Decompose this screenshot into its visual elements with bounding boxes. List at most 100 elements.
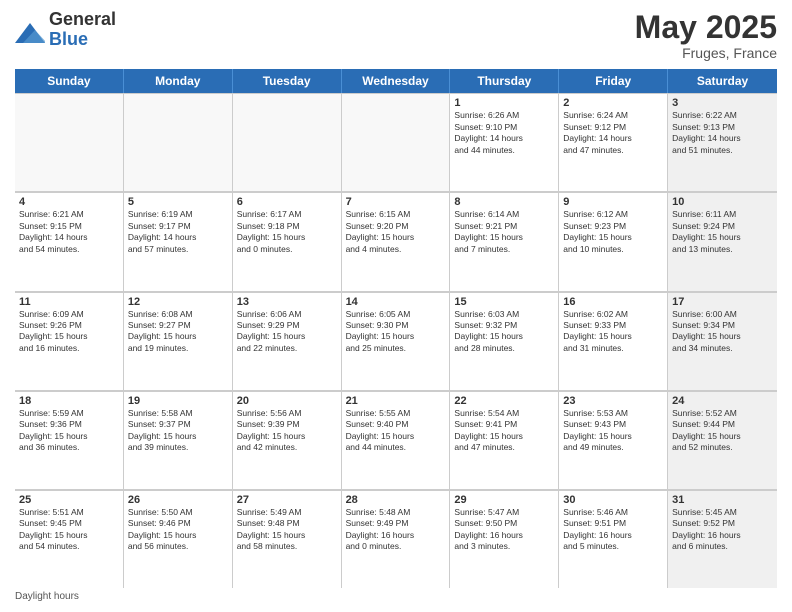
day-cell-30: 30Sunrise: 5:46 AM Sunset: 9:51 PM Dayli… xyxy=(559,490,668,588)
header-day-thursday: Thursday xyxy=(450,69,559,93)
day-cell-13: 13Sunrise: 6:06 AM Sunset: 9:29 PM Dayli… xyxy=(233,292,342,390)
day-info: Sunrise: 6:24 AM Sunset: 9:12 PM Dayligh… xyxy=(563,110,663,156)
day-cell-28: 28Sunrise: 5:48 AM Sunset: 9:49 PM Dayli… xyxy=(342,490,451,588)
day-cell-20: 20Sunrise: 5:56 AM Sunset: 9:39 PM Dayli… xyxy=(233,391,342,489)
day-number: 12 xyxy=(128,296,228,308)
day-cell-31: 31Sunrise: 5:45 AM Sunset: 9:52 PM Dayli… xyxy=(668,490,777,588)
day-info: Sunrise: 5:47 AM Sunset: 9:50 PM Dayligh… xyxy=(454,507,554,553)
title-area: May 2025 Fruges, France xyxy=(635,10,777,61)
day-cell-17: 17Sunrise: 6:00 AM Sunset: 9:34 PM Dayli… xyxy=(668,292,777,390)
day-number: 20 xyxy=(237,395,337,407)
logo-blue: Blue xyxy=(49,30,116,50)
day-number: 3 xyxy=(672,97,773,109)
day-cell-25: 25Sunrise: 5:51 AM Sunset: 9:45 PM Dayli… xyxy=(15,490,124,588)
day-info: Sunrise: 5:56 AM Sunset: 9:39 PM Dayligh… xyxy=(237,408,337,454)
day-number: 26 xyxy=(128,494,228,506)
calendar-header: SundayMondayTuesdayWednesdayThursdayFrid… xyxy=(15,69,777,93)
logo-general: General xyxy=(49,10,116,30)
day-info: Sunrise: 5:54 AM Sunset: 9:41 PM Dayligh… xyxy=(454,408,554,454)
day-number: 24 xyxy=(672,395,773,407)
day-number: 19 xyxy=(128,395,228,407)
day-number: 1 xyxy=(454,97,554,109)
day-cell-23: 23Sunrise: 5:53 AM Sunset: 9:43 PM Dayli… xyxy=(559,391,668,489)
day-info: Sunrise: 5:46 AM Sunset: 9:51 PM Dayligh… xyxy=(563,507,663,553)
header-day-saturday: Saturday xyxy=(668,69,777,93)
page: General Blue May 2025 Fruges, France Sun… xyxy=(0,0,792,612)
logo-icon xyxy=(15,15,45,45)
logo: General Blue xyxy=(15,10,116,50)
day-cell-24: 24Sunrise: 5:52 AM Sunset: 9:44 PM Dayli… xyxy=(668,391,777,489)
month-title: May 2025 xyxy=(635,10,777,45)
day-cell-9: 9Sunrise: 6:12 AM Sunset: 9:23 PM Daylig… xyxy=(559,192,668,290)
day-number: 6 xyxy=(237,196,337,208)
day-info: Sunrise: 5:51 AM Sunset: 9:45 PM Dayligh… xyxy=(19,507,119,553)
day-cell-8: 8Sunrise: 6:14 AM Sunset: 9:21 PM Daylig… xyxy=(450,192,559,290)
day-cell-4: 4Sunrise: 6:21 AM Sunset: 9:15 PM Daylig… xyxy=(15,192,124,290)
week-row-0: 1Sunrise: 6:26 AM Sunset: 9:10 PM Daylig… xyxy=(15,93,777,192)
day-number: 22 xyxy=(454,395,554,407)
day-number: 7 xyxy=(346,196,446,208)
day-info: Sunrise: 6:15 AM Sunset: 9:20 PM Dayligh… xyxy=(346,209,446,255)
day-info: Sunrise: 6:14 AM Sunset: 9:21 PM Dayligh… xyxy=(454,209,554,255)
day-info: Sunrise: 5:49 AM Sunset: 9:48 PM Dayligh… xyxy=(237,507,337,553)
day-info: Sunrise: 6:26 AM Sunset: 9:10 PM Dayligh… xyxy=(454,110,554,156)
day-cell-2: 2Sunrise: 6:24 AM Sunset: 9:12 PM Daylig… xyxy=(559,93,668,191)
day-info: Sunrise: 6:17 AM Sunset: 9:18 PM Dayligh… xyxy=(237,209,337,255)
week-row-3: 18Sunrise: 5:59 AM Sunset: 9:36 PM Dayli… xyxy=(15,391,777,490)
day-number: 21 xyxy=(346,395,446,407)
header: General Blue May 2025 Fruges, France xyxy=(15,10,777,61)
day-number: 18 xyxy=(19,395,119,407)
day-cell-12: 12Sunrise: 6:08 AM Sunset: 9:27 PM Dayli… xyxy=(124,292,233,390)
day-number: 23 xyxy=(563,395,663,407)
day-cell-29: 29Sunrise: 5:47 AM Sunset: 9:50 PM Dayli… xyxy=(450,490,559,588)
day-number: 27 xyxy=(237,494,337,506)
day-cell-18: 18Sunrise: 5:59 AM Sunset: 9:36 PM Dayli… xyxy=(15,391,124,489)
day-number: 13 xyxy=(237,296,337,308)
day-cell-6: 6Sunrise: 6:17 AM Sunset: 9:18 PM Daylig… xyxy=(233,192,342,290)
day-number: 28 xyxy=(346,494,446,506)
day-number: 11 xyxy=(19,296,119,308)
day-number: 16 xyxy=(563,296,663,308)
day-info: Sunrise: 6:08 AM Sunset: 9:27 PM Dayligh… xyxy=(128,309,228,355)
day-cell-19: 19Sunrise: 5:58 AM Sunset: 9:37 PM Dayli… xyxy=(124,391,233,489)
day-number: 8 xyxy=(454,196,554,208)
day-info: Sunrise: 6:11 AM Sunset: 9:24 PM Dayligh… xyxy=(672,209,773,255)
day-info: Sunrise: 6:21 AM Sunset: 9:15 PM Dayligh… xyxy=(19,209,119,255)
day-number: 5 xyxy=(128,196,228,208)
day-cell-27: 27Sunrise: 5:49 AM Sunset: 9:48 PM Dayli… xyxy=(233,490,342,588)
day-cell-5: 5Sunrise: 6:19 AM Sunset: 9:17 PM Daylig… xyxy=(124,192,233,290)
empty-cell xyxy=(342,93,451,191)
day-number: 14 xyxy=(346,296,446,308)
day-cell-1: 1Sunrise: 6:26 AM Sunset: 9:10 PM Daylig… xyxy=(450,93,559,191)
day-number: 2 xyxy=(563,97,663,109)
day-cell-22: 22Sunrise: 5:54 AM Sunset: 9:41 PM Dayli… xyxy=(450,391,559,489)
day-cell-21: 21Sunrise: 5:55 AM Sunset: 9:40 PM Dayli… xyxy=(342,391,451,489)
day-info: Sunrise: 6:09 AM Sunset: 9:26 PM Dayligh… xyxy=(19,309,119,355)
day-number: 15 xyxy=(454,296,554,308)
day-info: Sunrise: 5:55 AM Sunset: 9:40 PM Dayligh… xyxy=(346,408,446,454)
day-cell-15: 15Sunrise: 6:03 AM Sunset: 9:32 PM Dayli… xyxy=(450,292,559,390)
week-row-2: 11Sunrise: 6:09 AM Sunset: 9:26 PM Dayli… xyxy=(15,292,777,391)
day-info: Sunrise: 6:00 AM Sunset: 9:34 PM Dayligh… xyxy=(672,309,773,355)
footer-note: Daylight hours xyxy=(15,588,777,602)
day-number: 30 xyxy=(563,494,663,506)
day-cell-3: 3Sunrise: 6:22 AM Sunset: 9:13 PM Daylig… xyxy=(668,93,777,191)
day-cell-26: 26Sunrise: 5:50 AM Sunset: 9:46 PM Dayli… xyxy=(124,490,233,588)
week-row-4: 25Sunrise: 5:51 AM Sunset: 9:45 PM Dayli… xyxy=(15,490,777,588)
header-day-friday: Friday xyxy=(559,69,668,93)
empty-cell xyxy=(15,93,124,191)
day-cell-14: 14Sunrise: 6:05 AM Sunset: 9:30 PM Dayli… xyxy=(342,292,451,390)
day-info: Sunrise: 6:03 AM Sunset: 9:32 PM Dayligh… xyxy=(454,309,554,355)
day-info: Sunrise: 6:19 AM Sunset: 9:17 PM Dayligh… xyxy=(128,209,228,255)
day-info: Sunrise: 5:52 AM Sunset: 9:44 PM Dayligh… xyxy=(672,408,773,454)
day-number: 9 xyxy=(563,196,663,208)
empty-cell xyxy=(233,93,342,191)
header-day-tuesday: Tuesday xyxy=(233,69,342,93)
day-cell-11: 11Sunrise: 6:09 AM Sunset: 9:26 PM Dayli… xyxy=(15,292,124,390)
day-number: 31 xyxy=(672,494,773,506)
day-cell-7: 7Sunrise: 6:15 AM Sunset: 9:20 PM Daylig… xyxy=(342,192,451,290)
empty-cell xyxy=(124,93,233,191)
day-info: Sunrise: 5:50 AM Sunset: 9:46 PM Dayligh… xyxy=(128,507,228,553)
day-number: 25 xyxy=(19,494,119,506)
day-info: Sunrise: 5:53 AM Sunset: 9:43 PM Dayligh… xyxy=(563,408,663,454)
